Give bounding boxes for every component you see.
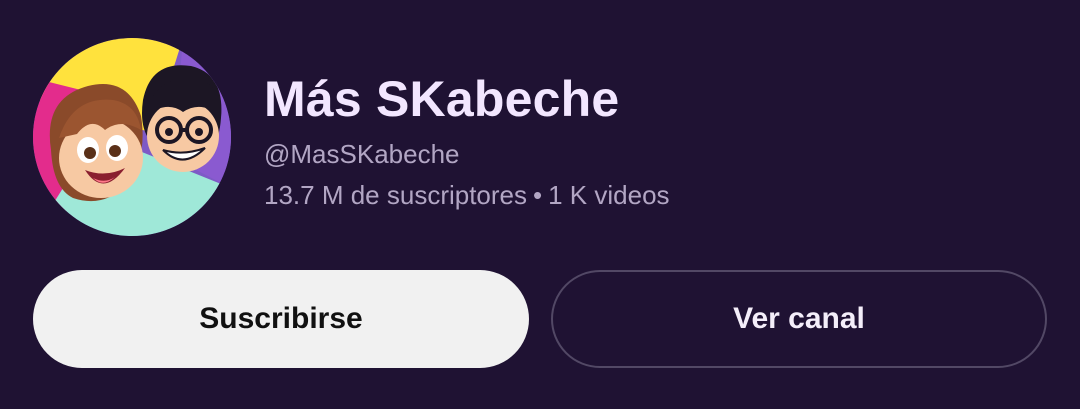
view-channel-button[interactable]: Ver canal: [551, 270, 1047, 368]
subscribe-button[interactable]: Suscribirse: [33, 270, 529, 368]
channel-name: Más SKabeche: [264, 71, 620, 127]
channel-handle: @MasSKabeche: [264, 139, 460, 169]
stats-separator: •: [533, 180, 543, 210]
cartoon-duo-avatar-icon: [33, 38, 231, 236]
subscribe-button-label: Suscribirse: [199, 302, 363, 335]
subscriber-count: 13.7 M de suscriptores: [264, 180, 528, 210]
view-channel-button-label: Ver canal: [733, 302, 865, 335]
channel-stats: 13.7 M de suscriptores • 1 K videos: [264, 180, 670, 211]
video-count: 1 K videos: [548, 180, 670, 210]
channel-avatar[interactable]: [33, 38, 231, 236]
channel-card: Más SKabeche @MasSKabeche 13.7 M de susc…: [0, 0, 1080, 409]
